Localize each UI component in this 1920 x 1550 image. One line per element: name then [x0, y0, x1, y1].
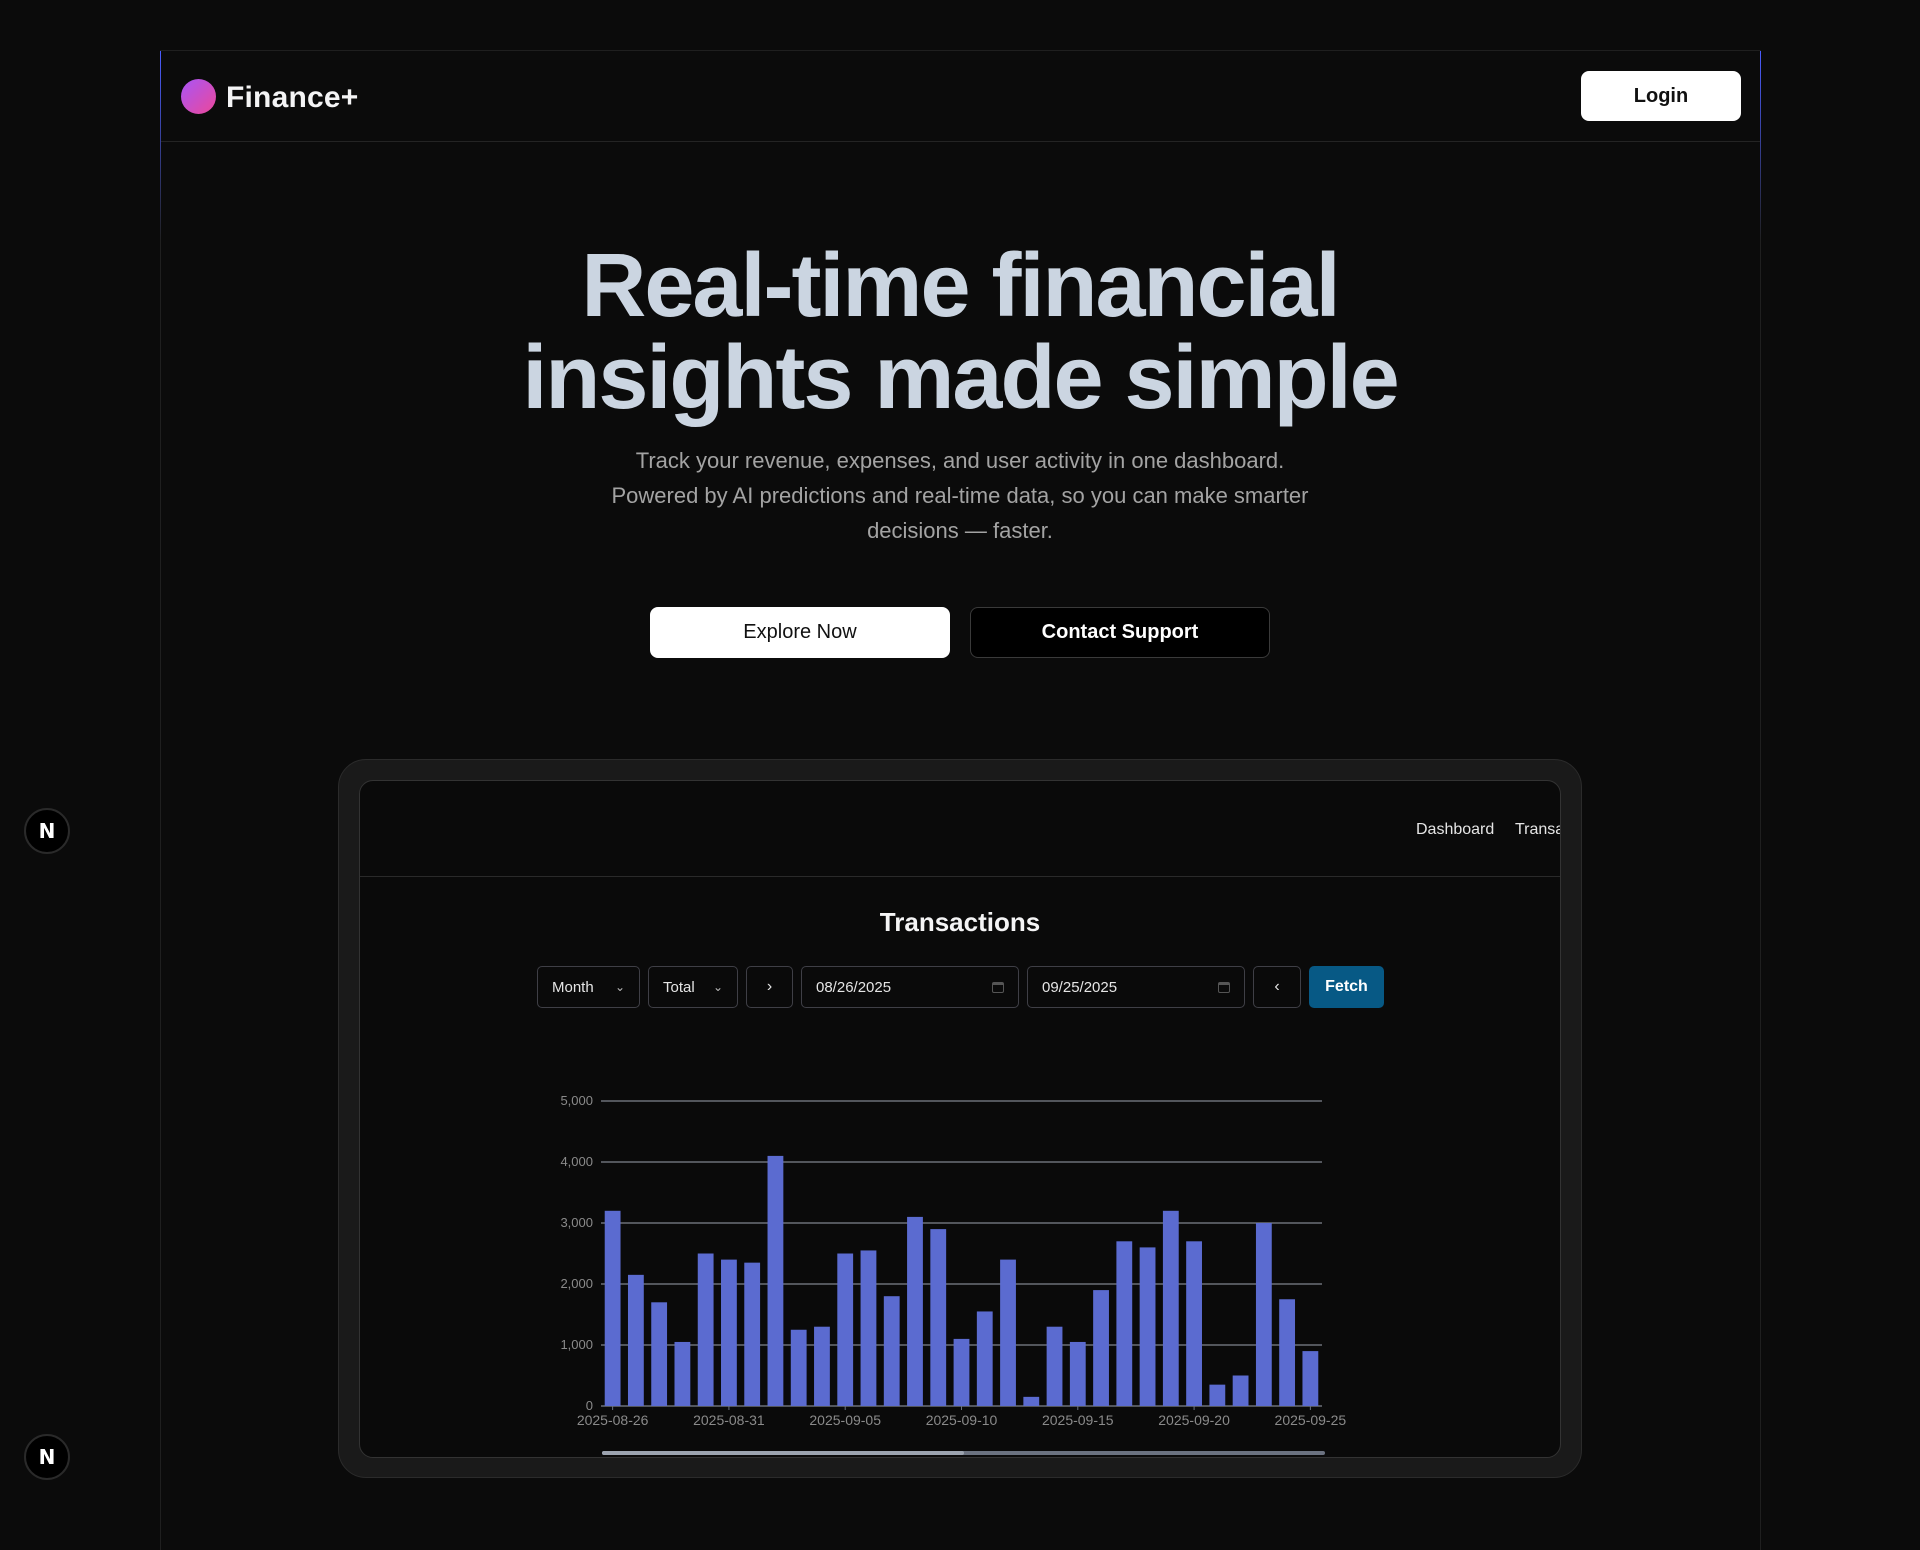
hero-title: Real-time financial insights made simple [0, 240, 1920, 424]
login-button[interactable]: Login [1581, 71, 1741, 121]
chart-bar [907, 1216, 923, 1406]
chart-bar [1302, 1351, 1319, 1406]
chart-bar [674, 1341, 691, 1406]
hero-subtitle: Track your revenue, expenses, and user a… [560, 443, 1360, 548]
chart-bar [860, 1250, 877, 1406]
dashboard-preview-frame: Dashboard Transa Transactions Month ⌄ To… [338, 759, 1582, 1478]
transactions-chart: 0 1,000 2,000 3,000 4,000 5,000 2025-08-26 2025… [560, 1093, 1347, 1428]
chart-bar [1162, 1210, 1179, 1406]
chart-bar [1023, 1396, 1040, 1406]
x-tick-label: 2025-09-05 [809, 1412, 881, 1428]
dev-tools-badge[interactable]: N [24, 1434, 70, 1480]
y-tick-label: 1,000 [560, 1337, 593, 1352]
chart-bar [744, 1262, 761, 1406]
chart-bar [1255, 1223, 1272, 1406]
chart-bar [627, 1274, 644, 1406]
chart-bar [883, 1296, 900, 1406]
brand-name[interactable]: Finance+ [226, 81, 358, 115]
chart-bar [930, 1229, 947, 1406]
chart-bar [767, 1155, 784, 1406]
y-tick-label: 3,000 [560, 1215, 593, 1230]
chart-bar [1139, 1247, 1156, 1406]
chart-bar [837, 1253, 854, 1406]
hero-subtitle-line1: Track your revenue, expenses, and user a… [635, 448, 1285, 473]
x-tick-label: 2025-09-25 [1275, 1412, 1347, 1428]
hero-title-line1: Real-time financial [581, 236, 1340, 336]
chart-bar [1116, 1241, 1133, 1406]
explore-now-button[interactable]: Explore Now [650, 607, 950, 658]
y-tick-label: 0 [586, 1398, 593, 1413]
chart-bar [976, 1311, 993, 1406]
chart-bar [1000, 1259, 1016, 1406]
chart-bar [790, 1329, 807, 1406]
dev-tools-badge[interactable]: N [24, 808, 70, 854]
top-nav: Finance+ Login [161, 51, 1760, 142]
chart-bar [697, 1253, 714, 1406]
hero-subtitle-line2: Powered by AI predictions and real-time … [611, 483, 1309, 508]
chart-bar [1232, 1375, 1249, 1406]
dashboard-preview-screen: Dashboard Transa Transactions Month ⌄ To… [359, 780, 1561, 1458]
chart-bar [651, 1302, 668, 1406]
chart-scrollbar-thumb[interactable] [602, 1451, 964, 1455]
chart-bar [604, 1210, 621, 1406]
contact-support-button[interactable]: Contact Support [970, 607, 1270, 658]
hero-title-line2: insights made simple [522, 328, 1399, 428]
y-tick-label: 2,000 [560, 1276, 593, 1291]
chart-bar [1209, 1384, 1226, 1406]
x-tick-label: 2025-09-20 [1158, 1412, 1230, 1428]
chart-bar [953, 1338, 970, 1406]
chart-bar [721, 1259, 737, 1406]
chart-bar [1046, 1326, 1063, 1406]
x-tick-label: 2025-09-15 [1042, 1412, 1114, 1428]
chart-bar [814, 1326, 830, 1406]
y-tick-label: 5,000 [560, 1093, 593, 1108]
x-tick-label: 2025-09-10 [926, 1412, 998, 1428]
logo-icon [181, 79, 216, 114]
chart-bar [1279, 1299, 1296, 1406]
chart-bar [1186, 1241, 1202, 1406]
y-tick-label: 4,000 [560, 1154, 593, 1169]
x-tick-label: 2025-08-31 [693, 1412, 765, 1428]
chart-bar [1069, 1341, 1086, 1406]
hero-subtitle-line3: decisions — faster. [867, 518, 1053, 543]
x-tick-label: 2025-08-26 [577, 1412, 649, 1428]
chart-bar [1093, 1290, 1109, 1406]
